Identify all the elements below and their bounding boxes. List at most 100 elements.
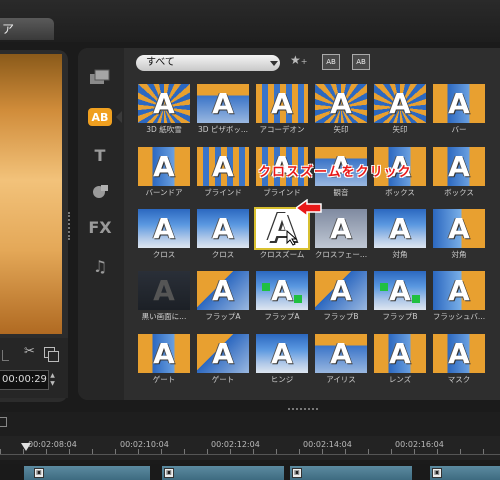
thumbnail-letter: A xyxy=(389,87,411,120)
transition-category-button[interactable]: AB xyxy=(88,108,112,126)
transition-thumbnail[interactable]: A xyxy=(315,271,367,310)
ruler-baseline xyxy=(0,454,500,455)
thumbnail-label: 矢印 xyxy=(333,125,349,134)
timecode-field[interactable]: 00:00:29 xyxy=(0,370,49,390)
transition-thumbnail[interactable]: A xyxy=(433,84,485,123)
transition-thumbnail[interactable]: A xyxy=(256,84,308,123)
timecode-spinner[interactable]: ▲ ▼ xyxy=(48,372,57,388)
transition-thumbnail[interactable]: A xyxy=(374,84,426,123)
panel-resize-handle[interactable] xyxy=(68,212,73,240)
thumbnail-label: マスク xyxy=(447,375,471,384)
category-filter-dropdown[interactable]: すべて xyxy=(136,55,280,71)
transition-thumbnail[interactable]: A xyxy=(197,271,249,310)
transition-thumbnail[interactable]: A xyxy=(197,209,249,248)
transition-thumbnail[interactable]: A xyxy=(138,271,190,310)
timeline-mode-icon[interactable] xyxy=(0,417,7,427)
preview-image xyxy=(0,54,62,334)
thumbnail-letter: A xyxy=(153,274,175,307)
trim-marker-icon[interactable] xyxy=(2,350,9,361)
ruler-tick xyxy=(46,449,47,454)
ruler-tick xyxy=(0,449,1,454)
transition-thumbnail[interactable]: A xyxy=(138,209,190,248)
thumbnail-label: レンズ xyxy=(388,375,412,384)
transition-thumbnail[interactable]: A xyxy=(197,334,249,373)
ruler-tick xyxy=(414,449,415,454)
add-favorite-icon[interactable]: ★+ xyxy=(290,53,307,71)
thumbnail-label: クロス xyxy=(211,250,235,259)
apply-to-video-icon[interactable]: AB xyxy=(322,54,340,70)
title-strip xyxy=(0,0,500,42)
scissors-icon[interactable]: ✂ xyxy=(24,344,35,359)
transition-thumbnail[interactable]: A xyxy=(374,334,426,373)
thumbnail-letter: A xyxy=(330,212,352,245)
thumbnail-label: ボックス xyxy=(385,188,415,197)
transition-thumbnail[interactable]: A xyxy=(374,271,426,310)
timeline-clip[interactable] xyxy=(290,466,412,480)
thumbnail-letter: A xyxy=(448,337,470,370)
audio-icon: ♫ xyxy=(92,256,108,276)
mouse-cursor-icon xyxy=(286,230,298,246)
transition-icon: AB xyxy=(91,110,109,124)
instruction-annotation: クロスズームをクリック xyxy=(258,165,412,180)
thumbnail-letter: A xyxy=(212,87,234,120)
arrow-annotation-icon xyxy=(296,199,322,217)
thumbnail-label: フラップA xyxy=(205,312,241,321)
ruler-tick xyxy=(299,449,300,454)
thumbnail-letter: A xyxy=(153,212,175,245)
thumbnail-letter: A xyxy=(330,274,352,307)
audio-category-button[interactable]: ♫ xyxy=(86,255,114,277)
thumbnail-label: ゲート xyxy=(211,375,235,384)
transition-thumbnail[interactable]: A xyxy=(315,209,367,248)
title-category-button[interactable]: T xyxy=(86,144,114,166)
ruler-tick xyxy=(437,449,438,454)
graphics-category-button[interactable] xyxy=(86,180,114,202)
transition-thumbnail[interactable]: A xyxy=(374,209,426,248)
media-category-button[interactable] xyxy=(86,66,114,88)
thumbnail-label: アコーデオン xyxy=(259,125,305,134)
thumbnail-letter: A xyxy=(330,337,352,370)
transition-thumbnail[interactable]: A xyxy=(315,84,367,123)
thumbnail-label: 3D 紙吹雪 xyxy=(146,125,182,134)
filter-category-button[interactable]: FX xyxy=(86,216,114,238)
ruler-timecode: 00:02:12:04 xyxy=(211,440,260,449)
thumbnail-label: クロスズーム xyxy=(259,250,305,259)
timeline-clip[interactable] xyxy=(162,466,284,480)
thumbnail-letter: A xyxy=(271,87,293,120)
clip-thumbnail-icon: ▣ xyxy=(432,468,442,478)
copy-icon[interactable] xyxy=(44,347,59,362)
flap-marker xyxy=(294,295,302,303)
transition-thumbnail[interactable]: A xyxy=(138,147,190,186)
ruler-tick xyxy=(253,449,254,454)
thumbnail-letter: A xyxy=(212,274,234,307)
clip-thumbnail-icon: ▣ xyxy=(164,468,174,478)
clip-thumbnail-icon: ▣ xyxy=(292,468,302,478)
ruler-tick xyxy=(69,449,70,454)
transition-thumbnail[interactable]: A xyxy=(433,209,485,248)
ruler-tick xyxy=(322,449,323,454)
transition-thumbnail[interactable]: A xyxy=(256,271,308,310)
thumbnail-letter: A xyxy=(271,337,293,370)
thumbnail-label: フラッシュバ... xyxy=(432,312,486,321)
app-tab[interactable]: ア xyxy=(0,18,54,40)
ruler-tick xyxy=(483,449,484,454)
thumbnail-label: フラップA xyxy=(264,312,300,321)
ruler-tick xyxy=(276,449,277,454)
transition-thumbnail[interactable]: A xyxy=(433,271,485,310)
thumbnail-letter: A xyxy=(389,212,411,245)
thumbnail-letter: A xyxy=(448,87,470,120)
thumbnail-label: バー xyxy=(451,125,467,134)
thumbnail-label: 黒い画面に... xyxy=(141,312,187,321)
transition-thumbnail[interactable]: A xyxy=(433,334,485,373)
transition-thumbnail[interactable]: A xyxy=(256,334,308,373)
transition-thumbnail[interactable]: A xyxy=(315,334,367,373)
transition-thumbnail[interactable]: A xyxy=(138,84,190,123)
active-category-pointer xyxy=(116,111,122,123)
apply-random-icon[interactable]: AB xyxy=(352,54,370,70)
thumbnail-label: ブラインド xyxy=(204,188,242,197)
ruler-tick xyxy=(161,449,162,454)
transition-thumbnail[interactable]: A xyxy=(433,147,485,186)
transition-thumbnail[interactable]: A xyxy=(197,147,249,186)
transition-thumbnail[interactable]: A xyxy=(197,84,249,123)
transition-thumbnail[interactable]: A xyxy=(138,334,190,373)
playhead-marker[interactable] xyxy=(21,443,31,451)
